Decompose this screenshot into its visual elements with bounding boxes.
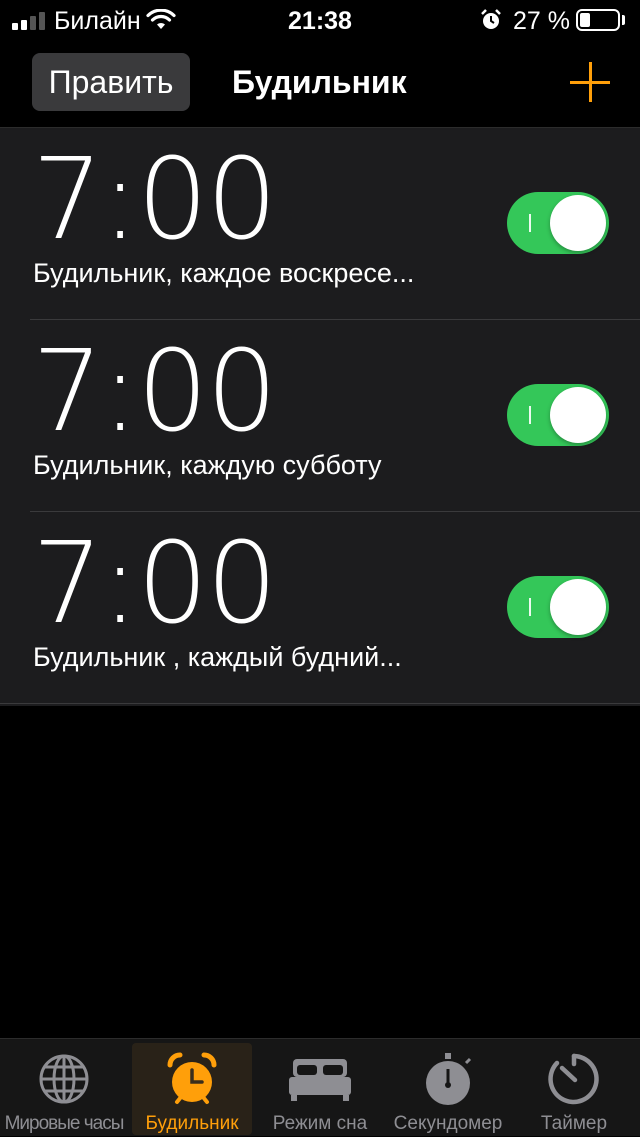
toggle-knob <box>550 579 606 635</box>
tab-label: Мировые часы <box>4 1113 125 1134</box>
toggle-on-mark <box>529 406 531 424</box>
battery-icon <box>576 9 620 31</box>
alarm-clock-icon <box>164 1051 220 1107</box>
alarm-toggle[interactable] <box>507 576 609 638</box>
plus-icon[interactable] <box>570 62 610 102</box>
bed-icon <box>287 1051 353 1107</box>
globe-icon <box>38 1051 90 1107</box>
tab-world-clock[interactable]: Мировые часы <box>0 1039 128 1137</box>
tab-label: Будильник <box>145 1113 239 1134</box>
toggle-knob <box>550 387 606 443</box>
alarm-label: Будильник, каждую субботу <box>33 450 382 480</box>
status-bar: Билайн 21:38 27 % <box>0 0 640 40</box>
battery-percent: 27 % <box>513 7 570 35</box>
edit-button[interactable]: Править <box>32 53 190 111</box>
tab-label: Режим сна <box>272 1113 368 1134</box>
alarm-label: Будильник, каждое воскресе... <box>33 258 415 288</box>
alarm-toggle[interactable] <box>507 384 609 446</box>
tab-label: Секундомер <box>393 1113 503 1134</box>
alarm-indicator-icon <box>480 9 502 36</box>
alarm-toggle[interactable] <box>507 192 609 254</box>
navigation-bar: Править Будильник <box>0 40 640 128</box>
page-title: Будильник <box>232 64 407 100</box>
alarm-row[interactable]: 7:00 Будильник, каждую субботу <box>30 320 640 512</box>
alarm-time: 7:00 <box>32 327 278 457</box>
tab-bedtime[interactable]: Режим сна <box>258 1039 382 1137</box>
timer-icon <box>547 1051 601 1107</box>
alarm-list: 7:00 Будильник, каждое воскресе... 7:00 … <box>0 128 640 706</box>
tab-stopwatch[interactable]: Секундомер <box>386 1039 510 1137</box>
alarm-row[interactable]: 7:00 Будильник , каждый будний... <box>0 512 640 704</box>
alarm-time: 7:00 <box>32 519 278 649</box>
alarm-label: Будильник , каждый будний... <box>33 642 402 672</box>
battery-cap <box>622 15 625 25</box>
tab-bar: Мировые часы Будильник Режим сна Секундо… <box>0 1038 640 1136</box>
alarm-time: 7:00 <box>32 135 278 265</box>
tab-label: Таймер <box>540 1113 608 1134</box>
toggle-on-mark <box>529 598 531 616</box>
alarm-row[interactable]: 7:00 Будильник, каждое воскресе... <box>30 128 640 320</box>
toggle-on-mark <box>529 214 531 232</box>
stopwatch-icon <box>422 1051 474 1107</box>
tab-alarm[interactable]: Будильник <box>132 1039 252 1137</box>
toggle-knob <box>550 195 606 251</box>
tab-timer[interactable]: Таймер <box>514 1039 634 1137</box>
